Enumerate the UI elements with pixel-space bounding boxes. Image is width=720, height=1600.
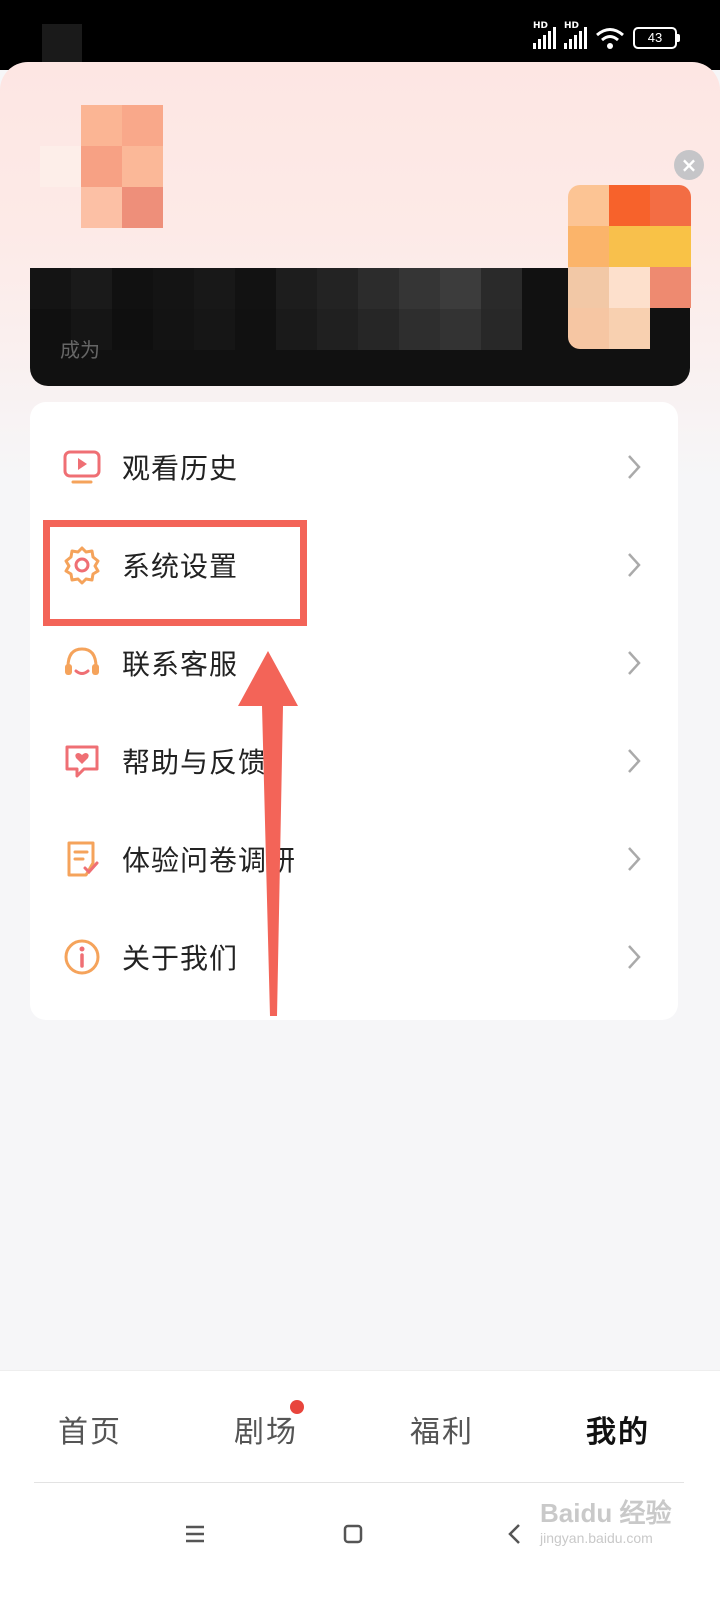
menu-icon[interactable] [182, 1521, 208, 1547]
bottom-tab-bar: 首页 剧场 福利 我的 [0, 1370, 720, 1483]
chevron-right-icon [628, 553, 641, 577]
watermark-main: Baidu 经验 [540, 1498, 672, 1528]
heart-chat-icon [65, 745, 99, 778]
back-icon[interactable] [502, 1521, 528, 1547]
menu-item-help-feedback[interactable]: 帮助与反馈 [30, 712, 678, 810]
cell-signal-icon: HD [533, 21, 556, 49]
highlight-box [43, 520, 307, 626]
close-icon[interactable]: × [674, 150, 704, 180]
home-icon[interactable] [340, 1521, 366, 1547]
menu-item-label: 观看历史 [122, 452, 239, 485]
tab-home[interactable]: 首页 [58, 1407, 122, 1451]
menu-item-about-us[interactable]: 关于我们 [30, 908, 678, 1006]
hd-label-2: HD [564, 21, 580, 31]
menu-item-label: 关于我们 [122, 942, 239, 975]
chevron-right-icon [628, 455, 641, 479]
status-bar: HD HD 43 [0, 0, 720, 70]
tv-play-icon [63, 450, 101, 484]
menu-item-label: 联系客服 [122, 648, 239, 681]
tab-theater[interactable]: 剧场 [234, 1407, 298, 1451]
menu-card: 观看历史 系统设置 联系客服 帮助与反馈 体验问卷调研 关于我们 [30, 402, 678, 1020]
chevron-right-icon [628, 651, 641, 675]
system-nav-bar: Baidu 经验 jingyan.baidu.com [0, 1483, 720, 1600]
watermark-sub: jingyan.baidu.com [540, 1530, 653, 1546]
chevron-right-icon [628, 945, 641, 969]
watermark: Baidu 经验 jingyan.baidu.com [540, 1493, 671, 1546]
banner-text: 成为 [60, 338, 100, 362]
menu-item-label: 帮助与反馈 [122, 746, 268, 779]
headset-icon [65, 647, 99, 675]
chevron-right-icon [628, 847, 641, 871]
promo-badge[interactable] [568, 185, 691, 349]
hd-label: HD [533, 21, 549, 31]
menu-item-contact-support[interactable]: 联系客服 [30, 614, 678, 712]
avatar[interactable] [40, 105, 163, 228]
battery-icon: 43 [633, 27, 680, 49]
chevron-right-icon [628, 749, 641, 773]
survey-icon [67, 841, 99, 877]
tab-mine[interactable]: 我的 [586, 1407, 650, 1451]
menu-item-watch-history[interactable]: 观看历史 [30, 418, 678, 516]
info-icon [64, 939, 100, 975]
notification-dot [290, 1400, 304, 1414]
menu-item-survey[interactable]: 体验问卷调研 [30, 810, 678, 908]
tab-benefits[interactable]: 福利 [410, 1407, 474, 1451]
cell-signal-icon-2: HD [564, 21, 587, 49]
battery-level: 43 [633, 27, 677, 49]
menu-item-label: 体验问卷调研 [122, 844, 297, 877]
notification-icon [42, 24, 82, 62]
wifi-icon [596, 28, 624, 49]
